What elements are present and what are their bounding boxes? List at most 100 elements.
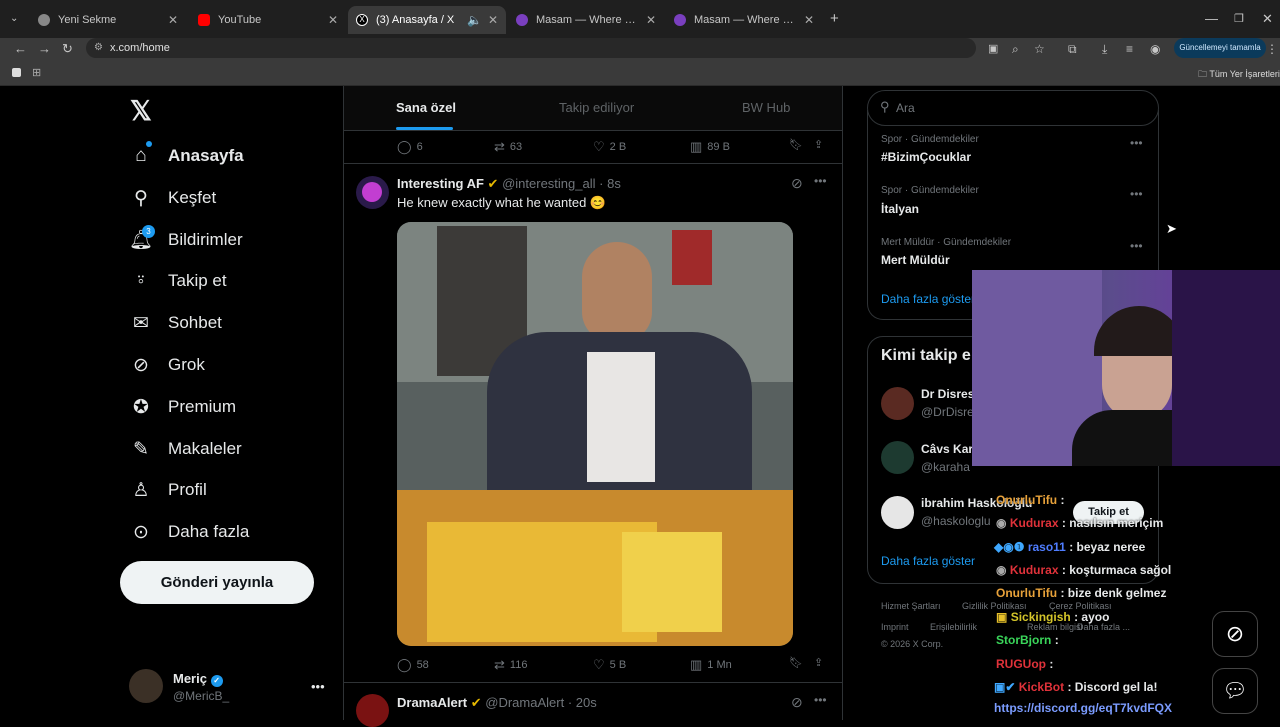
footer-link[interactable]: Erişilebilirlik [930,622,977,632]
like-button[interactable]: ♡ 2 B [593,139,626,155]
nav-explore[interactable]: ⚲ Keşfet [130,183,216,213]
chat-text: : [1054,633,1059,647]
nav-label: Grok [168,355,205,374]
post-handle[interactable]: @interesting_all [502,176,595,191]
back-icon[interactable]: ← [14,40,27,58]
tab-bw-hub[interactable]: BW Hub [742,100,790,115]
share-icon[interactable]: ⇪ [814,138,823,151]
tab-x-home[interactable]: X (3) Anasayfa / X 🔈 ✕ [348,6,506,34]
avatar[interactable] [129,669,163,703]
chat-link[interactable]: https://discord.gg/eqT7kvdFQX [994,701,1172,715]
verified-icon: ✪ [133,396,149,418]
post-video[interactable] [397,222,793,646]
bookmark-icon[interactable]: 🔖︎ [789,138,803,151]
nav-profile[interactable]: ♙ Profil [130,475,206,505]
avatar[interactable] [881,387,914,420]
post-more-icon[interactable]: ••• [814,693,827,707]
all-bookmarks[interactable]: 🗀 Tüm Yer İşaretleri [1198,67,1280,83]
follow-name[interactable]: Dr Disres [921,387,974,401]
messages-float-button[interactable]: 💬︎ [1212,668,1258,714]
trends-show-more-link[interactable]: Daha fazla göster [881,292,975,306]
chat-text: : ayoo [1074,610,1110,624]
post-time[interactable]: 8s [607,176,621,191]
tab-following[interactable]: Takip ediliyor [559,100,634,115]
nav-messages[interactable]: ✉ Sohbet [130,308,222,338]
address-bar[interactable]: ⚙ x.com/home [86,38,976,58]
post-author[interactable]: DramaAlert [397,695,467,710]
footer-link[interactable]: Imprint [881,622,909,632]
tab-masam-2[interactable]: Masam — Where Setups Come... ✕ [666,6,822,34]
post-time[interactable]: 20s [576,695,597,710]
new-tab-plus-icon[interactable]: + [830,10,839,28]
profile-circle-icon[interactable]: ◉ [1150,40,1160,58]
avatar[interactable] [881,441,914,474]
nav-articles[interactable]: ✎ Makaleler [130,434,242,464]
bookmark-icon[interactable]: 🔖︎ [789,656,803,669]
kebab-menu-icon[interactable]: ⋮ [1266,40,1278,58]
close-icon[interactable]: ✕ [328,13,338,27]
trend-more-icon[interactable]: ••• [1130,187,1143,201]
grok-explain-icon[interactable]: ⊘ [791,175,803,192]
footer-link[interactable]: Hizmet Şartları [881,601,941,611]
repost-button[interactable]: ⇄ 63 [494,139,522,155]
zoom-icon[interactable]: ⌕ [1012,40,1019,58]
minimize-icon[interactable]: — [1205,10,1218,28]
x-logo-icon[interactable]: 𝕏 [130,96,152,127]
close-icon[interactable]: ✕ [168,13,178,27]
post-avatar[interactable] [356,176,389,209]
follow-handle: @haskologlu [921,514,991,528]
star-icon[interactable]: ☆ [1034,40,1045,58]
apps-grid-icon[interactable]: ⊞ [32,66,41,79]
share-icon[interactable]: ⇪ [814,656,823,669]
nav-premium[interactable]: ✪ Premium [130,392,236,422]
follow-name[interactable]: Câvs Kar [921,442,973,456]
account-name[interactable]: Meriç ✓ [173,671,223,687]
cast-icon[interactable]: ▣ [988,40,998,58]
post-button[interactable]: Gönderi yayınla [120,561,314,604]
tab-for-you[interactable]: Sana özel [396,100,456,115]
trend-more-icon[interactable]: ••• [1130,136,1143,150]
site-info-icon[interactable]: ⚙ [94,38,103,58]
grok-explain-icon[interactable]: ⊘ [791,694,803,711]
speaker-icon[interactable]: 🔈 [467,13,482,27]
app-icon[interactable] [12,68,21,77]
post-handle[interactable]: @DramaAlert [485,695,564,710]
close-icon[interactable]: ✕ [804,13,814,27]
nav-follow[interactable]: ⍤ Takip et [130,266,226,296]
trend-more-icon[interactable]: ••• [1130,239,1143,253]
follow-show-more-link[interactable]: Daha fazla göster [881,554,975,568]
reply-button[interactable]: ◯ 6 [397,139,423,155]
grok-float-button[interactable]: ⊘ [1212,611,1258,657]
notification-badge: 3 [142,225,155,238]
like-button[interactable]: ♡ 5 B [593,657,626,673]
verified-gold-icon: ✔ [487,176,499,191]
post-avatar[interactable] [356,694,389,727]
post-author[interactable]: Interesting AF [397,176,484,191]
nav-more[interactable]: ⊙ Daha fazla [130,517,249,547]
close-icon[interactable]: ✕ [488,13,498,27]
views-button[interactable]: ▥ 1 Mn [690,657,732,673]
tab-youtube[interactable]: YouTube ✕ [190,6,346,34]
maximize-icon[interactable]: ❐ [1234,10,1244,28]
nav-grok[interactable]: ⊘ Grok [130,350,205,380]
update-button[interactable]: Güncellemeyi tamamla [1174,38,1266,58]
repost-button[interactable]: ⇄ 116 [494,657,527,673]
views-button[interactable]: ▥ 89 B [690,139,730,155]
tab-masam-1[interactable]: Masam — Where Setups Come... ✕ [508,6,664,34]
reload-icon[interactable]: ↻ [62,40,73,58]
post-more-icon[interactable]: ••• [814,174,827,188]
download-icon[interactable]: ⤓ [1102,40,1107,58]
trend-item[interactable]: #BizimÇocuklar [881,150,971,164]
media-icon[interactable]: ≡ [1126,40,1133,58]
tab-search-icon[interactable]: ⌄ [10,10,18,28]
close-icon[interactable]: ✕ [646,13,656,27]
account-more-icon[interactable]: ••• [311,679,325,694]
reply-button[interactable]: ◯ 58 [397,657,429,673]
trend-item[interactable]: İtalyan [881,202,919,216]
avatar[interactable] [881,496,914,529]
trend-item[interactable]: Mert Müldür [881,253,950,267]
forward-icon[interactable]: → [38,40,51,58]
tab-new-tab[interactable]: Yeni Sekme ✕ [30,6,186,34]
extensions-icon[interactable]: ⧉ [1068,40,1077,58]
window-close-icon[interactable]: ✕ [1262,10,1273,28]
